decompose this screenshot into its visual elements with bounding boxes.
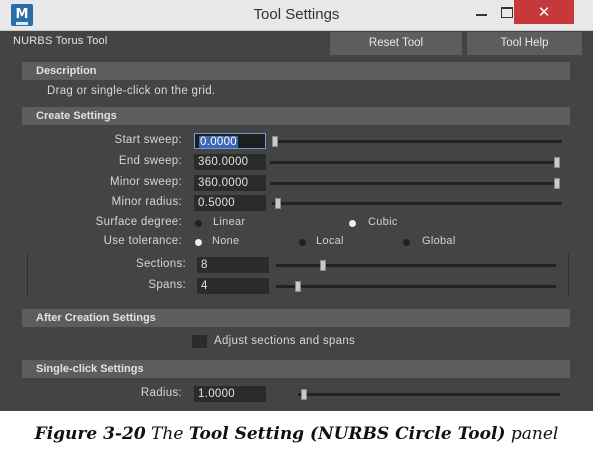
adjust-sections-spans-label: Adjust sections and spans [214, 335, 356, 347]
use-tolerance-global-label: Global [422, 235, 456, 247]
spans-label: Spans: [148, 279, 186, 291]
radius-slider-track[interactable] [298, 393, 560, 396]
sections-label: Sections: [135, 258, 186, 270]
after-creation-section-header[interactable]: After Creation Settings [22, 309, 570, 327]
surface-degree-label: Surface degree: [95, 216, 182, 228]
create-settings-header-label: Create Settings [36, 110, 117, 122]
use-tolerance-local-radio[interactable] [299, 239, 306, 246]
radius-slider-handle[interactable] [300, 389, 307, 400]
spans-field[interactable]: 4 [197, 278, 269, 294]
tool-header-bar: NURBS Torus Tool Reset Tool Tool Help [0, 31, 593, 57]
figure-caption-prefix: Figure 3-20 [34, 424, 146, 444]
minor-sweep-label: Minor sweep: [110, 176, 182, 188]
single-click-header-label: Single-click Settings [36, 363, 144, 375]
tool-help-button[interactable]: Tool Help [467, 32, 582, 55]
use-tolerance-none-radio[interactable] [195, 239, 202, 246]
end-sweep-slider-handle[interactable] [554, 157, 560, 168]
title-bar[interactable]: M Tool Settings ✕ [0, 0, 593, 31]
end-sweep-slider-track[interactable] [270, 161, 560, 164]
start-sweep-field[interactable]: 0.0000 [194, 133, 266, 149]
description-header-label: Description [36, 65, 97, 77]
minor-radius-field[interactable]: 0.5000 [194, 195, 266, 211]
adjust-sections-spans-checkbox[interactable] [192, 335, 207, 348]
surface-degree-cubic-radio[interactable] [349, 220, 356, 227]
minor-radius-label: Minor radius: [111, 196, 182, 208]
sections-slider-track[interactable] [276, 264, 556, 267]
spans-slider-handle[interactable] [295, 281, 302, 292]
use-tolerance-label: Use tolerance: [103, 235, 182, 247]
description-section-header[interactable]: Description [22, 62, 570, 80]
spans-slider-track[interactable] [276, 285, 556, 288]
maximize-icon [501, 7, 513, 18]
figure-caption: Figure 3-20 The Tool Setting (NURBS Circ… [0, 424, 593, 444]
start-sweep-label: Start sweep: [114, 134, 182, 146]
minimize-icon [476, 14, 487, 16]
end-sweep-label: End sweep: [118, 155, 182, 167]
minor-sweep-slider-track[interactable] [270, 182, 560, 185]
close-icon: ✕ [537, 3, 551, 21]
settings-content: Description Drag or single-click on the … [22, 62, 570, 411]
reset-tool-button[interactable]: Reset Tool [330, 32, 462, 55]
surface-degree-cubic-label: Cubic [368, 216, 398, 228]
single-click-section-header[interactable]: Single-click Settings [22, 360, 570, 378]
tool-settings-window: M Tool Settings ✕ NURBS Torus Tool Reset… [0, 0, 593, 411]
minor-sweep-slider-handle[interactable] [554, 178, 560, 189]
figure-caption-bold: Tool Setting (NURBS Circle Tool) [188, 424, 506, 444]
description-text: Drag or single-click on the grid. [47, 85, 216, 97]
minor-sweep-field[interactable]: 360.0000 [194, 175, 266, 191]
sections-field[interactable]: 8 [197, 257, 269, 273]
end-sweep-field[interactable]: 360.0000 [194, 154, 266, 170]
use-tolerance-none-label: None [212, 235, 240, 247]
use-tolerance-local-label: Local [316, 235, 344, 247]
close-button[interactable]: ✕ [514, 0, 574, 24]
surface-degree-linear-label: Linear [213, 216, 246, 228]
start-sweep-slider-handle[interactable] [272, 136, 278, 147]
surface-degree-linear-radio[interactable] [195, 220, 202, 227]
use-tolerance-global-radio[interactable] [403, 239, 410, 246]
radius-label: Radius: [140, 387, 182, 399]
create-settings-section-header[interactable]: Create Settings [22, 107, 570, 125]
start-sweep-value: 0.0000 [199, 136, 238, 148]
after-creation-header-label: After Creation Settings [36, 312, 156, 324]
minor-radius-slider-handle[interactable] [274, 198, 281, 209]
sections-slider-handle[interactable] [319, 260, 326, 271]
radius-field[interactable]: 1.0000 [194, 386, 266, 402]
figure-caption-suffix: panel [505, 424, 559, 444]
minor-radius-slider-track[interactable] [272, 202, 562, 205]
figure-caption-the: The [145, 424, 189, 444]
tool-name: NURBS Torus Tool [13, 35, 108, 47]
start-sweep-slider-track[interactable] [272, 140, 562, 143]
